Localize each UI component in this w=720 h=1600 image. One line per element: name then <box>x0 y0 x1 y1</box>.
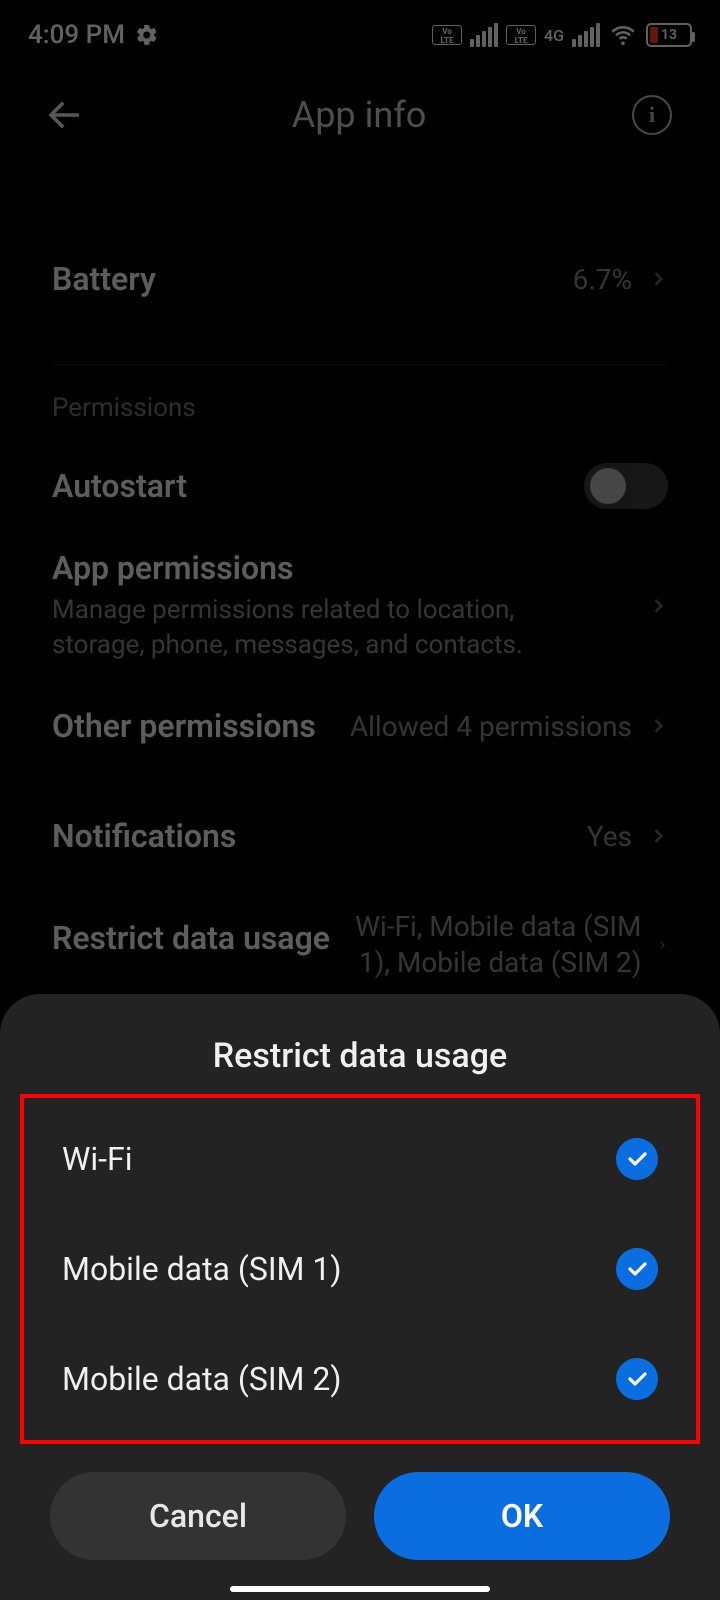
restrict-label: Restrict data usage <box>52 909 330 957</box>
restrict-options-highlight: Wi-Fi Mobile data (SIM 1) Mobile data (S… <box>20 1094 700 1444</box>
divider <box>52 364 668 365</box>
background-screen: 4:09 PM VoLTE VoLTE 4G 13 App info i Bat… <box>0 0 720 1001</box>
row-notifications[interactable]: Notifications Yes <box>52 781 668 891</box>
row-restrict-data[interactable]: Restrict data usage Wi-Fi, Mobile data (… <box>52 891 668 1001</box>
signal-bars-2-icon <box>572 23 600 47</box>
option-wifi[interactable]: Wi-Fi <box>32 1104 688 1214</box>
signal-bars-1-icon <box>470 23 498 47</box>
app-bar: App info i <box>0 70 720 160</box>
other-permissions-label: Other permissions <box>52 707 316 745</box>
home-indicator[interactable] <box>230 1586 490 1592</box>
info-icon[interactable]: i <box>632 95 672 135</box>
other-permissions-value: Allowed 4 permissions <box>350 710 632 743</box>
battery-icon: 13 <box>646 23 692 47</box>
notifications-label: Notifications <box>52 817 236 855</box>
status-right: VoLTE VoLTE 4G 13 <box>432 23 692 47</box>
app-permissions-label: App permissions <box>52 549 572 587</box>
autostart-label: Autostart <box>52 467 187 505</box>
option-sim2-label: Mobile data (SIM 2) <box>62 1360 342 1398</box>
cancel-button[interactable]: Cancel <box>50 1472 346 1560</box>
back-arrow-icon[interactable] <box>44 94 86 136</box>
volte-icon-2: VoLTE <box>506 25 536 45</box>
chevron-right-icon <box>657 931 668 959</box>
option-sim1[interactable]: Mobile data (SIM 1) <box>32 1214 688 1324</box>
row-other-permissions[interactable]: Other permissions Allowed 4 permissions <box>52 671 668 781</box>
network-type: 4G <box>544 30 564 41</box>
option-sim2[interactable]: Mobile data (SIM 2) <box>32 1324 688 1434</box>
option-wifi-label: Wi-Fi <box>62 1140 132 1178</box>
sheet-title: Restrict data usage <box>0 1036 720 1076</box>
status-time: 4:09 PM <box>28 20 125 50</box>
chevron-right-icon <box>648 592 668 620</box>
content: Battery 6.7% Permissions Autostart App p… <box>0 224 720 1001</box>
restrict-value: Wi-Fi, Mobile data (SIM 1), Mobile data … <box>338 909 641 982</box>
wifi-icon <box>608 23 638 47</box>
battery-label: Battery <box>52 260 156 298</box>
ok-button[interactable]: OK <box>374 1472 670 1560</box>
status-left: 4:09 PM <box>28 20 159 50</box>
autostart-toggle[interactable] <box>584 463 668 509</box>
status-bar: 4:09 PM VoLTE VoLTE 4G 13 <box>0 0 720 70</box>
volte-icon-1: VoLTE <box>432 25 462 45</box>
checkmark-icon <box>616 1248 658 1290</box>
bottom-sheet-restrict-data: Restrict data usage Wi-Fi Mobile data (S… <box>0 994 720 1600</box>
chevron-right-icon <box>648 265 668 293</box>
row-app-permissions[interactable]: App permissions Manage permissions relat… <box>52 541 668 671</box>
row-battery[interactable]: Battery 6.7% <box>52 224 668 334</box>
option-sim1-label: Mobile data (SIM 1) <box>62 1250 342 1288</box>
chevron-right-icon <box>648 822 668 850</box>
chevron-right-icon <box>648 712 668 740</box>
app-permissions-desc: Manage permissions related to location, … <box>52 593 572 663</box>
sheet-buttons: Cancel OK <box>0 1444 720 1560</box>
battery-value: 6.7% <box>573 263 632 296</box>
section-title-permissions: Permissions <box>52 365 668 431</box>
checkmark-icon <box>616 1138 658 1180</box>
gear-icon <box>135 23 159 47</box>
notifications-value: Yes <box>587 820 632 853</box>
battery-percent: 13 <box>648 27 690 43</box>
page-title: App info <box>292 94 427 136</box>
row-autostart[interactable]: Autostart <box>52 431 668 541</box>
checkmark-icon <box>616 1358 658 1400</box>
